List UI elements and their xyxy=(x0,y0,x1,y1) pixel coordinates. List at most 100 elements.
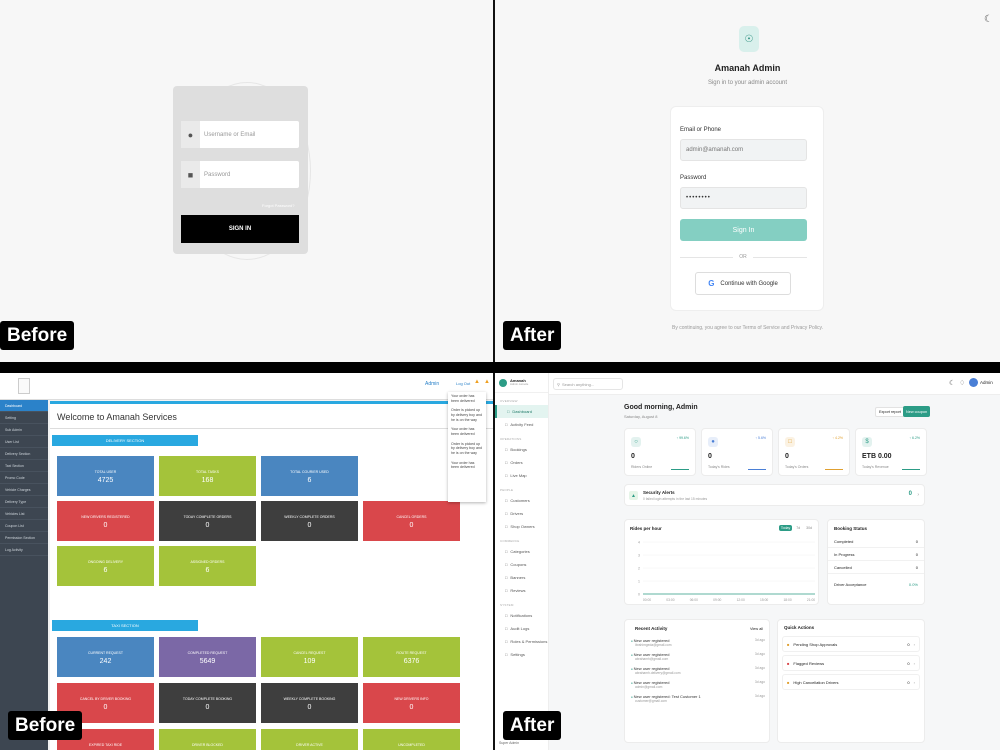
tile-label: TOTAL COURIER USED xyxy=(290,470,329,474)
sidebar-item[interactable]: □ Customers xyxy=(495,494,548,507)
activity-item[interactable]: ● New user registered 3d ago abrahamh.deli… xyxy=(625,666,771,675)
activity-time: 3d ago xyxy=(754,652,765,656)
x-tick-label: 15:00 xyxy=(760,598,768,602)
activity-email: customer@gmail.com xyxy=(635,699,667,703)
taxi-stat-tile: TODAY COMPLETE BOOKING 0 xyxy=(159,683,256,723)
range-tab[interactable]: Today xyxy=(778,525,793,531)
old-sidebar-item[interactable]: User List xyxy=(0,436,48,448)
sidebar-item[interactable]: □ Shop Owners xyxy=(495,520,548,533)
booking-status-row: Cancelled 0 xyxy=(828,561,924,574)
quick-action-item[interactable]: ■ Flagged Reviews 0 › xyxy=(782,655,920,671)
quick-action-item[interactable]: ■ Pending Shop Approvals 0 › xyxy=(782,636,920,652)
tile-value: 168 xyxy=(201,477,214,484)
old-sidebar-item[interactable]: Vehicles List xyxy=(0,508,48,520)
header-admin-link[interactable]: Admin xyxy=(425,381,439,387)
bell-icon[interactable]: ▲ xyxy=(474,379,480,385)
notification-item[interactable]: Your order has been delivered xyxy=(451,427,483,436)
theme-toggle-icon[interactable]: ☾ xyxy=(949,379,955,387)
activity-item[interactable]: ● New user registered: Test Customer 1 3d… xyxy=(625,694,771,703)
old-header: Admin Log Out ▲ ▲ xyxy=(0,373,493,400)
logout-link[interactable]: Log Out xyxy=(456,381,470,386)
sidebar-item[interactable]: □ Banners xyxy=(495,571,548,584)
old-sidebar-item[interactable]: Dashboard xyxy=(0,400,48,412)
brand[interactable]: Amanah Admin console xyxy=(495,373,548,393)
quick-action-item[interactable]: ■ High Cancellation Drivers 0 › xyxy=(782,674,920,690)
new-coupon-button[interactable]: New coupon xyxy=(903,406,931,417)
email-field[interactable]: admin@amanah.com xyxy=(680,139,807,161)
sidebar-section-heading: OPERATIONS xyxy=(500,437,522,441)
avatar[interactable] xyxy=(969,378,978,387)
security-title: Security Alerts xyxy=(643,490,675,495)
tile-label: TOTAL TASKS xyxy=(196,470,219,474)
nav-icon: □ xyxy=(505,524,508,529)
old-logo xyxy=(18,378,30,394)
sidebar-item[interactable]: □ Settings xyxy=(495,648,548,661)
sidebar-item[interactable]: □ Reviews xyxy=(495,584,548,597)
user-name[interactable]: Admin xyxy=(980,380,993,385)
sidebar-item-label: Orders xyxy=(510,460,523,465)
old-username-field[interactable]: ● Username or Email xyxy=(181,121,299,148)
old-password-field[interactable]: ■ Password xyxy=(181,161,299,188)
sidebar-item[interactable]: □ Orders xyxy=(495,456,548,469)
old-sidebar-item[interactable]: Sub Admin xyxy=(0,424,48,436)
x-tick-label: 09:00 xyxy=(713,598,721,602)
sidebar-item[interactable]: □ Activity Feed xyxy=(495,418,548,431)
old-sidebar-item[interactable]: Setting xyxy=(0,412,48,424)
sidebar-item[interactable]: □ Live Map xyxy=(495,469,548,482)
sidebar-item[interactable]: □ Categories xyxy=(495,545,548,558)
range-tab[interactable]: 30d xyxy=(804,525,814,531)
rides-chart: 4 3 2 1 000:00 03:00 06:00 09:00 12:00 15:00 18:00… xyxy=(638,541,815,603)
old-sidebar-item[interactable]: Permission Section xyxy=(0,532,48,544)
security-alerts-card[interactable]: ▲ Security Alerts 0 failed login attempt… xyxy=(624,484,925,506)
sidebar-item-label: Settings xyxy=(510,652,525,657)
tile-label: UNCOMPLETED xyxy=(398,743,425,747)
activity-item[interactable]: ● New user registered 3d ago abrahamh@gmai… xyxy=(625,652,771,661)
activity-item[interactable]: ● New user registered 3d ago ibrahimgeda@g… xyxy=(625,638,771,647)
sidebar-item[interactable]: □ Audit Logs xyxy=(495,622,548,635)
old-sidebar-item[interactable]: Log Activity xyxy=(0,544,48,556)
nav-icon: □ xyxy=(505,613,508,618)
sidebar-item[interactable]: □ Bookings xyxy=(495,443,548,456)
sidebar-item[interactable]: □ Roles & Permissions xyxy=(495,635,548,648)
delivery-stat-tile: TODAY COMPLETE ORDERS 0 xyxy=(159,501,256,541)
google-signin-button[interactable]: G Continue with Google xyxy=(695,272,791,295)
old-sidebar-item[interactable]: Coupon List xyxy=(0,520,48,532)
old-signin-button[interactable]: SIGN IN xyxy=(181,215,299,243)
stat-value: ETB 0.00 xyxy=(862,453,892,460)
old-sidebar-item[interactable]: Taxi Section xyxy=(0,460,48,472)
google-icon: G xyxy=(708,279,715,288)
range-tab[interactable]: 7d xyxy=(794,525,802,531)
notification-item[interactable]: Order is picked up by delivery boy and h… xyxy=(451,408,483,422)
forgot-password-link[interactable]: Forgot Password? xyxy=(262,203,294,208)
tile-label: NEW DRIVERS INFO xyxy=(394,697,429,701)
sidebar-item[interactable]: □ Drivers xyxy=(495,507,548,520)
notification-item[interactable]: Your order has been delivered xyxy=(451,461,483,470)
view-all-link[interactable]: View all xyxy=(750,627,763,631)
taxi-stat-tile: UNCOMPLETED242 xyxy=(363,729,460,750)
activity-email: ibrahimgeda@gmail.com xyxy=(635,643,672,647)
old-sidebar-item[interactable]: Delivery Type xyxy=(0,496,48,508)
sidebar-item[interactable]: □ Coupons xyxy=(495,558,548,571)
notification-item[interactable]: Your order has been delivered xyxy=(451,394,483,403)
old-sidebar-item[interactable]: Promo Code xyxy=(0,472,48,484)
activity-item[interactable]: ● New user registered 3d ago admin@gmail.c… xyxy=(625,680,771,689)
notification-item[interactable]: Order is picked up by delivery boy and h… xyxy=(451,442,483,456)
search-input[interactable]: ⚲ Search anything... xyxy=(553,378,623,390)
user-icon: ● xyxy=(181,121,200,148)
old-sidebar-item[interactable]: Vehicle Charges xyxy=(0,484,48,496)
tile-label: ONGOING DELIVERY xyxy=(87,560,124,564)
signin-button[interactable]: Sign In xyxy=(680,219,807,241)
old-sidebar-item[interactable]: Delivery Section xyxy=(0,448,48,460)
export-report-button[interactable]: Export report xyxy=(875,407,905,417)
activity-time: 3d ago xyxy=(754,638,765,642)
stat-card: ○ ↑ 99.6% 0 Riders Online xyxy=(624,428,696,476)
sidebar-item[interactable]: □ Dashboard xyxy=(495,405,548,418)
x-tick-label: 12:00 xyxy=(737,598,745,602)
stat-card: $ ↑ 6.2% ETB 0.00 Today's Revenue xyxy=(855,428,927,476)
bell-icon[interactable]: ♢ xyxy=(959,379,965,387)
notification-icon[interactable]: ▲ xyxy=(484,379,490,385)
theme-toggle-icon[interactable]: ☾ xyxy=(984,14,993,25)
sidebar-user[interactable]: Super Admin xyxy=(499,741,519,745)
password-field[interactable]: •••••••• xyxy=(680,187,807,209)
sidebar-item[interactable]: □ Notifications xyxy=(495,609,548,622)
